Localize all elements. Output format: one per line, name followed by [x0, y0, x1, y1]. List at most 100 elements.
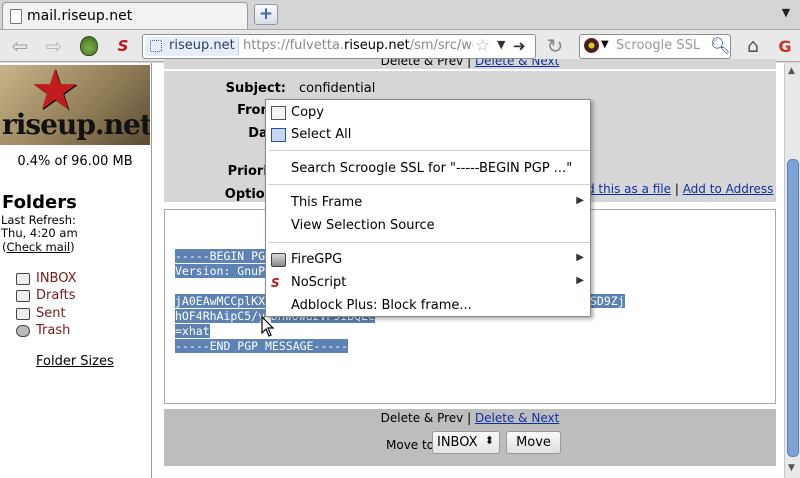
pgp-line: -----END PGP MESSAGE-----: [175, 339, 349, 353]
search-engine-dropdown-icon[interactable]: ▼: [601, 39, 609, 50]
context-menu: Copy Select All Search Scroogle SSL for …: [265, 99, 591, 317]
menu-item-noscript[interactable]: S NoScript ▶: [266, 272, 590, 294]
search-input[interactable]: Scroogle SSL: [616, 38, 700, 53]
search-engine-icon[interactable]: [584, 38, 599, 53]
menu-item-label: Copy: [291, 105, 324, 120]
go-arrow-icon[interactable]: ➜: [513, 37, 526, 55]
menu-item-label: Select All: [291, 127, 352, 142]
folders-heading: Folders: [2, 192, 77, 213]
reload-icon: ↻: [546, 34, 564, 58]
url-prefix: https://fulvetta.: [243, 38, 345, 53]
check-mail-link[interactable]: Check mail: [7, 240, 71, 254]
url-text[interactable]: https://fulvetta.riseup.net/sm/src/we: [243, 38, 473, 53]
scrollbar-thumb[interactable]: [787, 159, 799, 457]
url-bar[interactable]: riseup.net https://fulvetta.riseup.net/s…: [142, 34, 536, 59]
gmail-notifier-button[interactable]: G: [772, 34, 798, 58]
pgp-line: -----BEGIN PG: [175, 249, 266, 263]
move-button[interactable]: Move: [506, 431, 561, 454]
links-separator: |: [671, 182, 683, 196]
home-button[interactable]: ⌂: [740, 34, 766, 58]
navigation-toolbar: ⇦ ⇨ S riseup.net https://fulvetta.riseup…: [0, 30, 800, 62]
trash-icon: [16, 324, 30, 337]
submenu-arrow-icon: ▶: [576, 195, 584, 206]
pgp-text: -----BEGIN PG: [175, 249, 266, 263]
url-history-dropdown-icon[interactable]: ▼: [497, 38, 505, 51]
top-nav-separator: |: [463, 59, 475, 68]
menu-item-search-scroogle[interactable]: Search Scroogle SSL for "-----BEGIN PGP …: [266, 158, 590, 180]
top-delete-next-link[interactable]: Delete & Next: [475, 59, 559, 68]
top-delete-prev-link[interactable]: Delete & Prev: [381, 59, 464, 68]
delete-next-link[interactable]: Delete & Next: [475, 411, 559, 425]
noscript-toolbar-button[interactable]: S: [110, 34, 136, 58]
url-domain: riseup.net: [344, 38, 410, 53]
search-magnifier-icon[interactable]: 🔍︎: [710, 36, 730, 55]
folder-trash[interactable]: Trash: [16, 323, 70, 338]
bottom-message-nav: Delete & Prev | Delete & Next: [164, 411, 776, 425]
top-message-nav: Delete & Prev | Delete & Next: [164, 59, 776, 69]
sent-icon: [16, 307, 30, 320]
last-refresh: Last Refresh: Thu, 4:20 am: [1, 214, 78, 240]
page-scrollbar[interactable]: ▲ ▼: [784, 63, 800, 478]
tab-title: mail.riseup.net: [27, 8, 133, 24]
folder-label: Drafts: [36, 288, 76, 303]
riseup-logo[interactable]: ★ riseup.net: [0, 65, 150, 145]
scroll-up-icon[interactable]: ▲: [788, 66, 795, 76]
site-identity-label: riseup.net: [169, 38, 235, 53]
menu-separator: [268, 242, 590, 243]
scroll-down-icon[interactable]: ▼: [788, 463, 795, 473]
folder-sizes-link[interactable]: Folder Sizes: [36, 354, 114, 369]
tab-list-dropdown-icon[interactable]: ▼: [776, 6, 796, 24]
download-as-file-link[interactable]: d this as a file: [587, 182, 671, 196]
move-to-select[interactable]: INBOX ⬍: [432, 431, 500, 454]
gmail-icon: G: [778, 36, 792, 56]
pgp-text: jA0EAwMCCplKX: [175, 294, 266, 308]
logo-text: riseup.net: [2, 108, 150, 141]
search-bar[interactable]: ▼ Scroogle SSL 🔍︎: [579, 34, 731, 59]
site-identity-button[interactable]: riseup.net: [145, 37, 239, 56]
menu-item-label: This Frame: [291, 195, 363, 210]
add-to-address-link[interactable]: Add to Address: [683, 182, 774, 196]
move-to-label: Move to:: [386, 438, 439, 452]
new-tab-button[interactable]: +: [254, 4, 278, 25]
copy-icon: [271, 106, 286, 120]
reload-button[interactable]: ↻: [542, 34, 568, 58]
menu-item-label: Search Scroogle SSL for "-----BEGIN PGP …: [291, 161, 573, 176]
inbox-icon: [16, 272, 30, 285]
page-icon: [10, 9, 22, 24]
menu-item-adblock-block-frame[interactable]: Adblock Plus: Block frame...: [266, 295, 590, 317]
pgp-line: Version: GnuP: [175, 264, 266, 278]
menu-item-label: FireGPG: [291, 252, 343, 267]
pgp-text: SD9Zj: [590, 294, 625, 308]
delete-prev-link[interactable]: Delete & Prev: [381, 411, 464, 425]
pgp-line: =xhat: [175, 324, 210, 338]
pgp-line: hOF4RhAipC5/y: [175, 309, 266, 323]
subject-label: Subject:: [225, 81, 286, 96]
menu-item-label: Adblock Plus: Block frame...: [291, 298, 472, 313]
menu-item-this-frame[interactable]: This Frame ▶: [266, 192, 590, 214]
pgp-line-tail: SD9Zj: [590, 294, 625, 308]
forward-button[interactable]: ⇨: [40, 34, 68, 58]
url-path: /sm/src/we: [409, 38, 473, 53]
menu-item-copy[interactable]: Copy: [266, 102, 590, 124]
folder-drafts[interactable]: Drafts: [16, 288, 76, 303]
menu-item-firegpg[interactable]: FireGPG ▶: [266, 249, 590, 271]
menu-item-view-selection-source[interactable]: View Selection Source: [266, 215, 590, 237]
tor-onion-button[interactable]: [78, 34, 100, 58]
pgp-text: Version: GnuP: [175, 264, 266, 278]
select-all-icon: [271, 128, 286, 142]
back-button[interactable]: ⇦: [4, 34, 36, 58]
bookmark-star-icon[interactable]: ☆: [475, 36, 490, 56]
menu-item-label: NoScript: [291, 275, 347, 290]
home-icon: ⌂: [746, 35, 760, 57]
menu-separator: [268, 184, 590, 185]
browser-tab[interactable]: mail.riseup.net: [2, 2, 248, 29]
drafts-icon: [16, 289, 30, 302]
select-arrows-icon: ⬍: [484, 434, 494, 447]
folder-inbox[interactable]: INBOX: [16, 271, 77, 286]
folder-sent[interactable]: Sent: [16, 306, 66, 321]
menu-item-select-all[interactable]: Select All: [266, 124, 590, 146]
pgp-text: =xhat: [175, 324, 210, 338]
nav-separator: |: [463, 411, 475, 425]
folder-label: Sent: [36, 306, 66, 321]
check-mail-wrapper: (Check mail): [2, 240, 75, 254]
